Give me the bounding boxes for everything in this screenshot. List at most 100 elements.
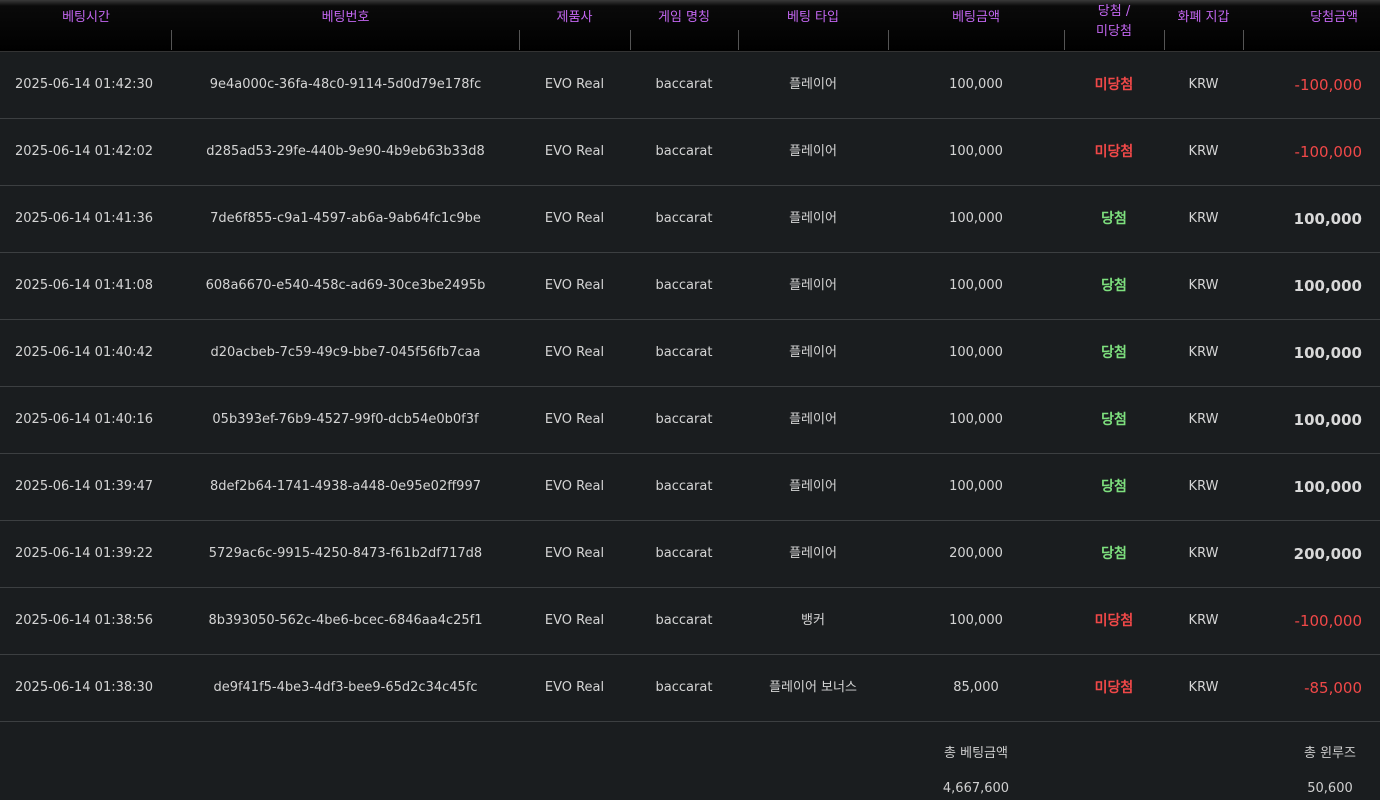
table-row[interactable]: 2025-06-14 01:41:08 608a6670-e540-458c-ad… xyxy=(0,253,1380,320)
currency-cell: KRW xyxy=(1188,144,1219,159)
bet-amount-cell: 85,000 xyxy=(953,680,999,695)
result-badge: 당첨 xyxy=(1101,345,1127,361)
bet-type-cell: 플레이어 xyxy=(789,412,837,427)
table-row[interactable]: 2025-06-14 01:39:22 5729ac6c-9915-4250-84… xyxy=(0,521,1380,588)
bet-id-cell: 608a6670-e540-458c-ad69-30ce3be2495b xyxy=(205,278,486,293)
provider-cell: EVO Real xyxy=(544,144,605,159)
table-row[interactable]: 2025-06-14 01:38:30 de9f41f5-4be3-4df3-be… xyxy=(0,655,1380,722)
table-row[interactable]: 2025-06-14 01:40:16 05b393ef-76b9-4527-99… xyxy=(0,387,1380,454)
bet-amount-cell: 100,000 xyxy=(949,613,1003,628)
currency-cell: KRW xyxy=(1188,546,1219,561)
game-name-cell: baccarat xyxy=(655,680,713,695)
bet-history-table: 베팅시간 베팅번호 제품사 게임 명칭 베팅 타입 베팅금액 당첨 / 미당첨 … xyxy=(0,0,1380,800)
win-amount-cell: 200,000 xyxy=(1293,545,1362,563)
header-divider xyxy=(738,30,739,50)
bet-type-cell: 플레이어 보너스 xyxy=(769,680,857,695)
col-currency[interactable]: 화폐 지갑 xyxy=(1164,0,1243,52)
win-amount-cell: 100,000 xyxy=(1293,210,1362,228)
provider-cell: EVO Real xyxy=(544,680,605,695)
win-amount-cell: 100,000 xyxy=(1293,277,1362,295)
bet-id-cell: de9f41f5-4be3-4df3-bee9-65d2c34c45fc xyxy=(213,680,478,695)
bet-time-cell: 2025-06-14 01:39:47 xyxy=(15,479,154,494)
bet-amount-cell: 100,000 xyxy=(949,144,1003,159)
col-result[interactable]: 당첨 / 미당첨 xyxy=(1064,0,1164,52)
bet-id-cell: 7de6f855-c9a1-4597-ab6a-9ab64fc1c9be xyxy=(210,211,481,226)
bet-time-cell: 2025-06-14 01:42:02 xyxy=(15,144,154,159)
bet-time-cell: 2025-06-14 01:39:22 xyxy=(15,546,154,561)
result-badge: 미당첨 xyxy=(1094,77,1134,93)
bet-type-cell: 플레이어 xyxy=(789,144,837,159)
header-divider xyxy=(1243,30,1244,50)
result-badge: 미당첨 xyxy=(1094,680,1134,696)
bet-id-cell: 9e4a000c-36fa-48c0-9114-5d0d79e178fc xyxy=(209,77,482,92)
currency-cell: KRW xyxy=(1188,680,1219,695)
result-badge: 당첨 xyxy=(1101,412,1127,428)
provider-cell: EVO Real xyxy=(544,211,605,226)
bet-type-cell: 플레이어 xyxy=(789,77,837,92)
header-divider xyxy=(1064,30,1065,50)
bet-time-cell: 2025-06-14 01:38:30 xyxy=(15,680,154,695)
header-divider xyxy=(630,30,631,50)
game-name-cell: baccarat xyxy=(655,412,713,427)
game-name-cell: baccarat xyxy=(655,546,713,561)
table-row[interactable]: 2025-06-14 01:42:02 d285ad53-29fe-440b-9e… xyxy=(0,119,1380,186)
bet-id-cell: 8b393050-562c-4be6-bcec-6846aa4c25f1 xyxy=(208,613,483,628)
col-game-name[interactable]: 게임 명칭 xyxy=(630,0,738,52)
game-name-cell: baccarat xyxy=(655,613,713,628)
win-amount-cell: 100,000 xyxy=(1293,478,1362,496)
provider-cell: EVO Real xyxy=(544,412,605,427)
bet-type-cell: 플레이어 xyxy=(789,278,837,293)
provider-cell: EVO Real xyxy=(544,345,605,360)
win-amount-cell: 100,000 xyxy=(1293,411,1362,429)
col-bet-time[interactable]: 베팅시간 xyxy=(0,0,172,52)
currency-cell: KRW xyxy=(1188,211,1219,226)
currency-cell: KRW xyxy=(1188,345,1219,360)
bet-time-cell: 2025-06-14 01:41:08 xyxy=(15,278,154,293)
table-row[interactable]: 2025-06-14 01:41:36 7de6f855-c9a1-4597-ab… xyxy=(0,186,1380,253)
bet-id-cell: 05b393ef-76b9-4527-99f0-dcb54e0b0f3f xyxy=(212,412,479,427)
game-name-cell: baccarat xyxy=(655,77,713,92)
result-badge: 당첨 xyxy=(1101,278,1127,294)
provider-cell: EVO Real xyxy=(544,278,605,293)
header-divider xyxy=(519,30,520,50)
currency-cell: KRW xyxy=(1188,412,1219,427)
result-badge: 당첨 xyxy=(1101,479,1127,495)
bet-amount-cell: 100,000 xyxy=(949,345,1003,360)
col-provider[interactable]: 제품사 xyxy=(519,0,630,52)
result-badge: 당첨 xyxy=(1101,211,1127,227)
header-divider xyxy=(171,30,172,50)
bet-time-cell: 2025-06-14 01:40:16 xyxy=(15,412,154,427)
bet-type-cell: 플레이어 xyxy=(789,345,837,360)
table-row[interactable]: 2025-06-14 01:40:42 d20acbeb-7c59-49c9-bb… xyxy=(0,320,1380,387)
result-badge: 당첨 xyxy=(1101,546,1127,562)
bet-amount-cell: 100,000 xyxy=(949,412,1003,427)
total-bet-label: 총 베팅금액 xyxy=(944,746,1008,761)
currency-cell: KRW xyxy=(1188,613,1219,628)
header-divider xyxy=(888,30,889,50)
table-row[interactable]: 2025-06-14 01:42:30 9e4a000c-36fa-48c0-91… xyxy=(0,52,1380,119)
bet-amount-cell: 100,000 xyxy=(949,479,1003,494)
bet-id-cell: d285ad53-29fe-440b-9e90-4b9eb63b33d8 xyxy=(206,144,485,159)
col-bet-type[interactable]: 베팅 타입 xyxy=(738,0,888,52)
bet-type-cell: 플레이어 xyxy=(789,211,837,226)
win-amount-cell: 100,000 xyxy=(1293,344,1362,362)
game-name-cell: baccarat xyxy=(655,211,713,226)
bet-type-cell: 플레이어 xyxy=(789,546,837,561)
col-bet-id[interactable]: 베팅번호 xyxy=(172,0,519,52)
total-winloss-label: 총 윈루즈 xyxy=(1304,746,1356,761)
table-row[interactable]: 2025-06-14 01:38:56 8b393050-562c-4be6-bc… xyxy=(0,588,1380,655)
bet-id-cell: d20acbeb-7c59-49c9-bbe7-045f56fb7caa xyxy=(210,345,481,360)
provider-cell: EVO Real xyxy=(544,77,605,92)
col-bet-amount[interactable]: 베팅금액 xyxy=(888,0,1064,52)
currency-cell: KRW xyxy=(1188,479,1219,494)
bet-time-cell: 2025-06-14 01:38:56 xyxy=(15,613,154,628)
currency-cell: KRW xyxy=(1188,278,1219,293)
bet-time-cell: 2025-06-14 01:40:42 xyxy=(15,345,154,360)
total-winloss-value: 50,600 xyxy=(1307,781,1353,796)
currency-cell: KRW xyxy=(1188,77,1219,92)
col-win-amount[interactable]: 당첨금액 xyxy=(1243,0,1380,52)
game-name-cell: baccarat xyxy=(655,278,713,293)
game-name-cell: baccarat xyxy=(655,144,713,159)
table-row[interactable]: 2025-06-14 01:39:47 8def2b64-1741-4938-a4… xyxy=(0,454,1380,521)
result-badge: 미당첨 xyxy=(1094,144,1134,160)
